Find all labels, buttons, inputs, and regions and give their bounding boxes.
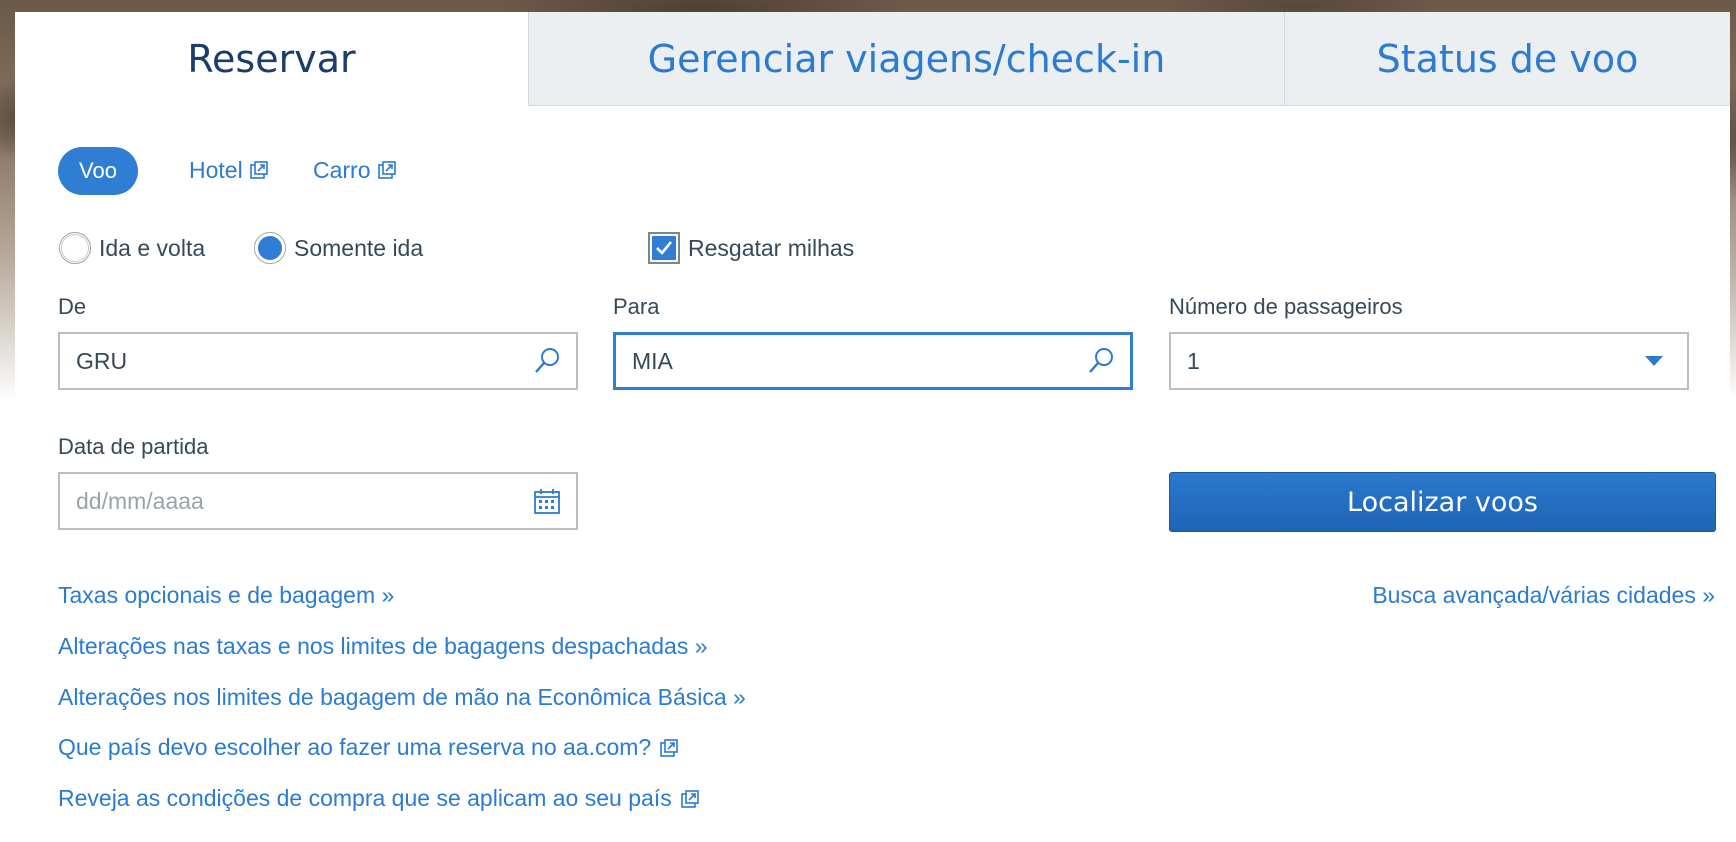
redeem-miles-checkbox-control[interactable] (648, 232, 680, 264)
booking-widget: Reservar Gerenciar viagens/check-in Stat… (15, 12, 1730, 842)
departure-date-input[interactable]: dd/mm/aaaa (58, 472, 578, 530)
product-hotel-label: Hotel (189, 156, 243, 183)
search-icon[interactable] (532, 346, 562, 376)
to-value: MIA (632, 347, 673, 374)
external-link-icon (377, 161, 396, 179)
advanced-search-link[interactable]: Busca avançada/várias cidades » (1372, 582, 1715, 609)
from-value: GRU (76, 347, 128, 374)
from-label: De (58, 294, 87, 319)
redeem-miles-label: Resgatar milhas (688, 234, 855, 261)
optional-fees-link[interactable]: Taxas opcionais e de bagagem » (58, 582, 394, 609)
which-country-label: Que país devo escolher ao fazer uma rese… (58, 734, 652, 760)
passengers-label: Número de passageiros (1169, 294, 1403, 319)
tab-gerenciar-viagens[interactable]: Gerenciar viagens/check-in (528, 12, 1284, 106)
to-input[interactable]: MIA (613, 332, 1133, 390)
product-car-label: Carro (313, 156, 371, 183)
product-flight-pill[interactable]: Voo (58, 147, 138, 195)
radio-one-way-control[interactable] (254, 232, 286, 264)
product-car-link[interactable]: Carro (313, 152, 397, 188)
radio-one-way[interactable]: Somente ida (254, 230, 423, 266)
which-country-link[interactable]: Que país devo escolher ao fazer uma rese… (58, 734, 679, 761)
from-input[interactable]: GRU (58, 332, 578, 390)
external-link-icon (680, 789, 699, 808)
tab-status-de-voo[interactable]: Status de voo (1284, 12, 1730, 106)
departure-placeholder: dd/mm/aaaa (76, 487, 204, 514)
purchase-conditions-link[interactable]: Reveja as condições de compra que se apl… (58, 785, 700, 812)
carryon-changes-link[interactable]: Alterações nos limites de bagagem de mão… (58, 684, 746, 711)
checked-bag-changes-link[interactable]: Alterações nas taxas e nos limites de ba… (58, 633, 708, 660)
tab-reservar[interactable]: Reservar (15, 12, 528, 106)
departure-label: Data de partida (58, 434, 209, 459)
chevron-down-icon (1645, 356, 1663, 366)
passengers-select[interactable]: 1 (1169, 332, 1689, 390)
booking-tabs: Reservar Gerenciar viagens/check-in Stat… (15, 12, 1730, 106)
radio-round-trip-control[interactable] (59, 232, 91, 264)
to-label: Para (613, 294, 660, 319)
passengers-value: 1 (1187, 347, 1200, 374)
radio-one-way-label: Somente ida (294, 234, 424, 261)
product-hotel-link[interactable]: Hotel (189, 152, 269, 188)
purchase-conditions-label: Reveja as condições de compra que se apl… (58, 785, 672, 811)
external-link-icon (660, 738, 679, 757)
radio-round-trip-label: Ida e volta (99, 234, 206, 261)
checkmark-icon (656, 241, 673, 255)
radio-round-trip[interactable]: Ida e volta (59, 230, 205, 266)
external-link-icon (249, 161, 268, 179)
search-icon[interactable] (1086, 346, 1116, 376)
find-flights-button[interactable]: Localizar voos (1169, 472, 1716, 532)
calendar-icon[interactable] (532, 486, 562, 516)
redeem-miles-checkbox[interactable]: Resgatar milhas (648, 230, 854, 266)
